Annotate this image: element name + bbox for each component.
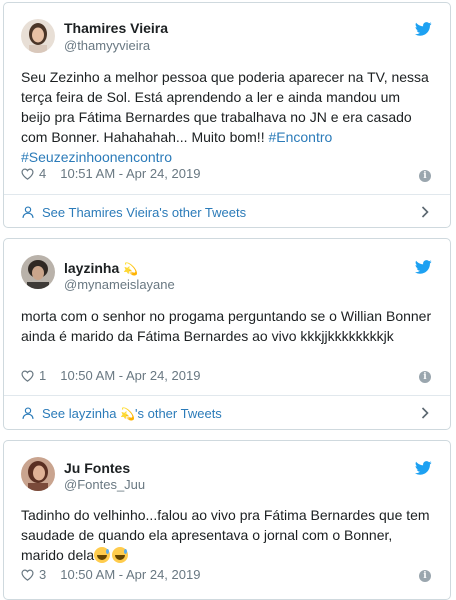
sweat-smile-emoji-icon xyxy=(94,547,111,563)
timestamp[interactable]: 10:51 AM - Apr 24, 2019 xyxy=(60,166,200,181)
heart-icon[interactable] xyxy=(21,569,34,581)
see-other-tweets-link[interactable]: See layzinha 💫's other Tweets xyxy=(21,396,433,430)
timestamp[interactable]: 10:50 AM - Apr 24, 2019 xyxy=(60,368,200,383)
person-icon xyxy=(22,206,34,218)
like-count: 1 xyxy=(39,368,47,383)
author-handle[interactable]: @mynameislayane xyxy=(64,277,175,292)
info-icon[interactable]: i xyxy=(419,170,431,182)
tweet-text-body: Seu Zezinho a melhor pessoa que poderia … xyxy=(21,69,429,145)
see-other-tweets-prefix: See layzinha xyxy=(42,405,121,421)
twitter-bird-icon[interactable] xyxy=(415,260,432,274)
like-count: 4 xyxy=(39,166,47,181)
tweet-meta: 4 10:51 AM - Apr 24, 2019 xyxy=(21,166,200,181)
dizzy-emoji-icon: 💫 xyxy=(123,262,139,276)
author-name[interactable]: Thamires Vieira xyxy=(64,20,168,36)
chevron-right-icon xyxy=(421,407,429,419)
hashtag-link[interactable]: #Encontro xyxy=(268,129,332,145)
twitter-bird-icon[interactable] xyxy=(415,461,432,475)
dizzy-emoji-icon: 💫 xyxy=(120,406,136,421)
tweet-feed: Thamires Vieira @thamyyvieira Seu Zezinh… xyxy=(0,0,456,600)
tweet-meta: 1 10:50 AM - Apr 24, 2019 xyxy=(21,368,200,383)
avatar[interactable] xyxy=(21,19,55,53)
tweet-text: Seu Zezinho a melhor pessoa que poderia … xyxy=(21,67,433,167)
heart-icon[interactable] xyxy=(21,168,34,180)
info-icon[interactable]: i xyxy=(419,371,431,383)
heart-icon[interactable] xyxy=(21,370,34,382)
chevron-right-icon xyxy=(421,206,429,218)
tweet-text-body: Tadinho do velhinho...falou ao vivo pra … xyxy=(21,507,430,563)
tweet-text: Tadinho do velhinho...falou ao vivo pra … xyxy=(21,505,433,565)
see-other-tweets-label: See layzinha 💫's other Tweets xyxy=(42,406,222,421)
twitter-bird-icon[interactable] xyxy=(415,22,432,36)
hashtag-link[interactable]: #Seuzezinhoonencontro xyxy=(21,149,172,165)
info-icon[interactable]: i xyxy=(419,570,431,582)
author-handle[interactable]: @Fontes_Juu xyxy=(64,477,145,492)
avatar[interactable] xyxy=(21,457,55,491)
author-name-text: layzinha xyxy=(64,260,120,276)
see-other-tweets-link[interactable]: See Thamires Vieira's other Tweets xyxy=(21,195,433,229)
author-name[interactable]: layzinha 💫 xyxy=(64,260,138,276)
author-handle[interactable]: @thamyyvieira xyxy=(64,38,150,53)
tweet-card: Thamires Vieira @thamyyvieira Seu Zezinh… xyxy=(3,2,451,228)
timestamp[interactable]: 10:50 AM - Apr 24, 2019 xyxy=(60,567,200,582)
see-other-tweets-label: See Thamires Vieira's other Tweets xyxy=(42,204,247,220)
tweet-text: morta com o senhor no progama perguntand… xyxy=(21,308,432,344)
tweet-card: layzinha 💫 @mynameislayane morta com o s… xyxy=(3,238,451,430)
author-name[interactable]: Ju Fontes xyxy=(64,460,130,476)
tweet-card: Ju Fontes @Fontes_Juu Tadinho do velhinh… xyxy=(3,440,451,600)
see-other-tweets-suffix: 's other Tweets xyxy=(135,405,222,421)
avatar[interactable] xyxy=(21,255,55,289)
like-count: 3 xyxy=(39,567,47,582)
tweet-meta: 3 10:50 AM - Apr 24, 2019 xyxy=(21,567,200,582)
person-icon xyxy=(22,407,34,419)
sweat-smile-emoji-icon xyxy=(112,547,129,563)
